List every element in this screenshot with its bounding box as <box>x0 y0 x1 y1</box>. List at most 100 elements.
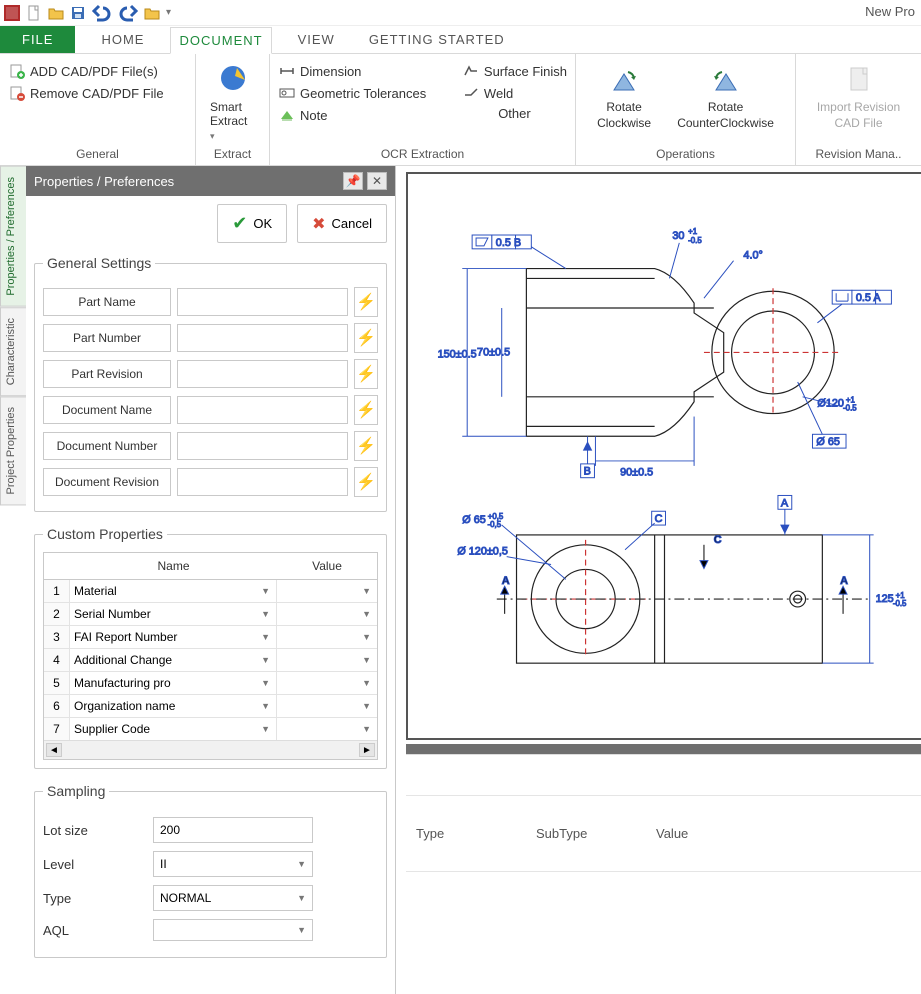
row-name-cell[interactable]: Supplier Code▼ <box>70 718 277 740</box>
custom-prop-row[interactable]: 4Additional Change▼▼ <box>44 649 377 672</box>
part-number-autofill-button[interactable]: ⚡ <box>354 323 378 353</box>
rotate-cw-button[interactable]: Rotate Clockwise <box>591 58 657 130</box>
chevron-down-icon: ▼ <box>360 701 373 711</box>
custom-properties-section: Custom Properties Name Value 1Material▼▼… <box>34 526 387 769</box>
custom-prop-row[interactable]: 3FAI Report Number▼▼ <box>44 626 377 649</box>
tab-view[interactable]: VIEW <box>290 26 343 53</box>
row-name-cell[interactable]: Serial Number▼ <box>70 603 277 625</box>
custom-prop-row[interactable]: 2Serial Number▼▼ <box>44 603 377 626</box>
document-name-label: Document Name <box>43 396 171 424</box>
svg-text:Ø 65: Ø 65 <box>816 436 840 448</box>
bottom-pane: Type SubType Value <box>406 754 921 994</box>
custom-properties-table: Name Value 1Material▼▼2Serial Number▼▼3F… <box>43 552 378 760</box>
bottom-columns-header: Type SubType Value <box>406 795 921 872</box>
ocr-note-button[interactable]: Note <box>278 106 442 124</box>
rotate-ccw-button[interactable]: Rotate CounterClockwise <box>671 58 780 130</box>
row-name-cell[interactable]: FAI Report Number▼ <box>70 626 277 648</box>
custom-props-scrollbar[interactable]: ◄ ► <box>44 740 377 759</box>
level-label: Level <box>43 857 143 872</box>
add-cad-button[interactable]: ADD CAD/PDF File(s) <box>8 62 187 80</box>
cad-canvas[interactable]: 150±0.5 70±0.5 90±0.5 0.5 B <box>406 172 921 740</box>
part-name-input[interactable] <box>177 288 348 316</box>
svg-text:A: A <box>502 575 510 587</box>
redo-icon[interactable] <box>118 3 138 23</box>
tab-document[interactable]: DOCUMENT <box>170 27 271 54</box>
document-revision-autofill-button[interactable]: ⚡ <box>354 467 378 497</box>
row-value-cell[interactable]: ▼ <box>277 580 377 602</box>
rotate-cw-icon <box>606 62 642 98</box>
row-value-cell[interactable]: ▼ <box>277 695 377 717</box>
pane-divider[interactable] <box>406 744 921 754</box>
row-name-cell[interactable]: Manufacturing pro▼ <box>70 672 277 694</box>
row-value-cell[interactable]: ▼ <box>277 626 377 648</box>
qat-more-icon[interactable]: ▾ <box>166 7 171 18</box>
row-value-cell[interactable]: ▼ <box>277 718 377 740</box>
tab-file[interactable]: FILE <box>0 26 75 53</box>
tab-home[interactable]: HOME <box>93 26 152 53</box>
row-value-cell[interactable]: ▼ <box>277 649 377 671</box>
row-name-cell[interactable]: Organization name▼ <box>70 695 277 717</box>
save-icon[interactable] <box>70 5 86 21</box>
chevron-down-icon: ▼ <box>259 701 272 711</box>
open-icon[interactable] <box>48 5 64 21</box>
ribbon-tabs: FILE HOME DOCUMENT VIEW GETTING STARTED <box>0 26 921 54</box>
general-settings-section: General Settings Part Name ⚡ Part Number… <box>34 255 387 512</box>
ocr-geotol-button[interactable]: Geometric Tolerances <box>278 84 442 102</box>
ocr-surface-finish-button[interactable]: Surface Finish <box>462 62 567 80</box>
document-name-input[interactable] <box>177 396 348 424</box>
part-revision-input[interactable] <box>177 360 348 388</box>
part-revision-autofill-button[interactable]: ⚡ <box>354 359 378 389</box>
pin-icon[interactable]: 📌 <box>343 172 363 190</box>
ocr-other-button[interactable]: Other <box>462 106 567 121</box>
main-area: Properties / Preferences Characteristic … <box>0 166 921 994</box>
lightning-icon: ⚡ <box>356 436 376 456</box>
undo-icon[interactable] <box>92 3 112 23</box>
row-value-cell[interactable]: ▼ <box>277 672 377 694</box>
sidetab-characteristic[interactable]: Characteristic <box>0 307 26 396</box>
document-name-autofill-button[interactable]: ⚡ <box>354 395 378 425</box>
document-revision-input[interactable] <box>177 468 348 496</box>
open-recent-icon[interactable] <box>144 5 160 21</box>
properties-panel-title-bar: Properties / Preferences 📌 ✕ <box>26 166 395 196</box>
custom-prop-row[interactable]: 1Material▼▼ <box>44 580 377 603</box>
document-number-autofill-button[interactable]: ⚡ <box>354 431 378 461</box>
chevron-down-icon: ▼ <box>297 925 306 935</box>
new-icon[interactable] <box>26 5 42 21</box>
part-revision-label: Part Revision <box>43 360 171 388</box>
properties-panel-title: Properties / Preferences <box>34 174 174 189</box>
cancel-button[interactable]: ✖ Cancel <box>297 204 387 243</box>
custom-prop-row[interactable]: 7Supplier Code▼▼ <box>44 718 377 740</box>
type-select[interactable]: NORMAL▼ <box>153 885 313 911</box>
sidetab-project-properties[interactable]: Project Properties <box>0 396 26 505</box>
scroll-left-icon[interactable]: ◄ <box>46 743 62 757</box>
document-number-input[interactable] <box>177 432 348 460</box>
custom-prop-row[interactable]: 6Organization name▼▼ <box>44 695 377 718</box>
remove-cad-button[interactable]: Remove CAD/PDF File <box>8 84 187 102</box>
close-icon[interactable]: ✕ <box>367 172 387 190</box>
svg-text:150±0.5: 150±0.5 <box>438 348 477 360</box>
check-icon: ✔ <box>232 213 247 234</box>
row-index: 5 <box>44 672 70 694</box>
custom-prop-row[interactable]: 5Manufacturing pro▼▼ <box>44 672 377 695</box>
svg-text:C: C <box>714 534 722 546</box>
custom-props-col-name: Name <box>70 553 277 579</box>
ocr-weld-button[interactable]: Weld <box>462 84 567 102</box>
ocr-dimension-button[interactable]: Dimension <box>278 62 442 80</box>
general-settings-legend: General Settings <box>43 255 155 271</box>
scroll-right-icon[interactable]: ► <box>359 743 375 757</box>
part-number-input[interactable] <box>177 324 348 352</box>
row-name-cell[interactable]: Material▼ <box>70 580 277 602</box>
part-name-autofill-button[interactable]: ⚡ <box>354 287 378 317</box>
ribbon-group-extract-label: Extract <box>204 145 261 165</box>
cad-drawing: 150±0.5 70±0.5 90±0.5 0.5 B <box>408 174 921 738</box>
ok-button[interactable]: ✔ OK <box>217 204 287 243</box>
smart-extract-button[interactable]: Smart Extract ▾ <box>204 58 261 142</box>
sidetab-properties[interactable]: Properties / Preferences <box>0 166 26 307</box>
row-value-cell[interactable]: ▼ <box>277 603 377 625</box>
level-select[interactable]: II▼ <box>153 851 313 877</box>
lot-size-input[interactable] <box>153 817 313 843</box>
aql-select[interactable]: ▼ <box>153 919 313 941</box>
row-index: 2 <box>44 603 70 625</box>
tab-getting-started[interactable]: GETTING STARTED <box>361 26 513 53</box>
row-name-cell[interactable]: Additional Change▼ <box>70 649 277 671</box>
